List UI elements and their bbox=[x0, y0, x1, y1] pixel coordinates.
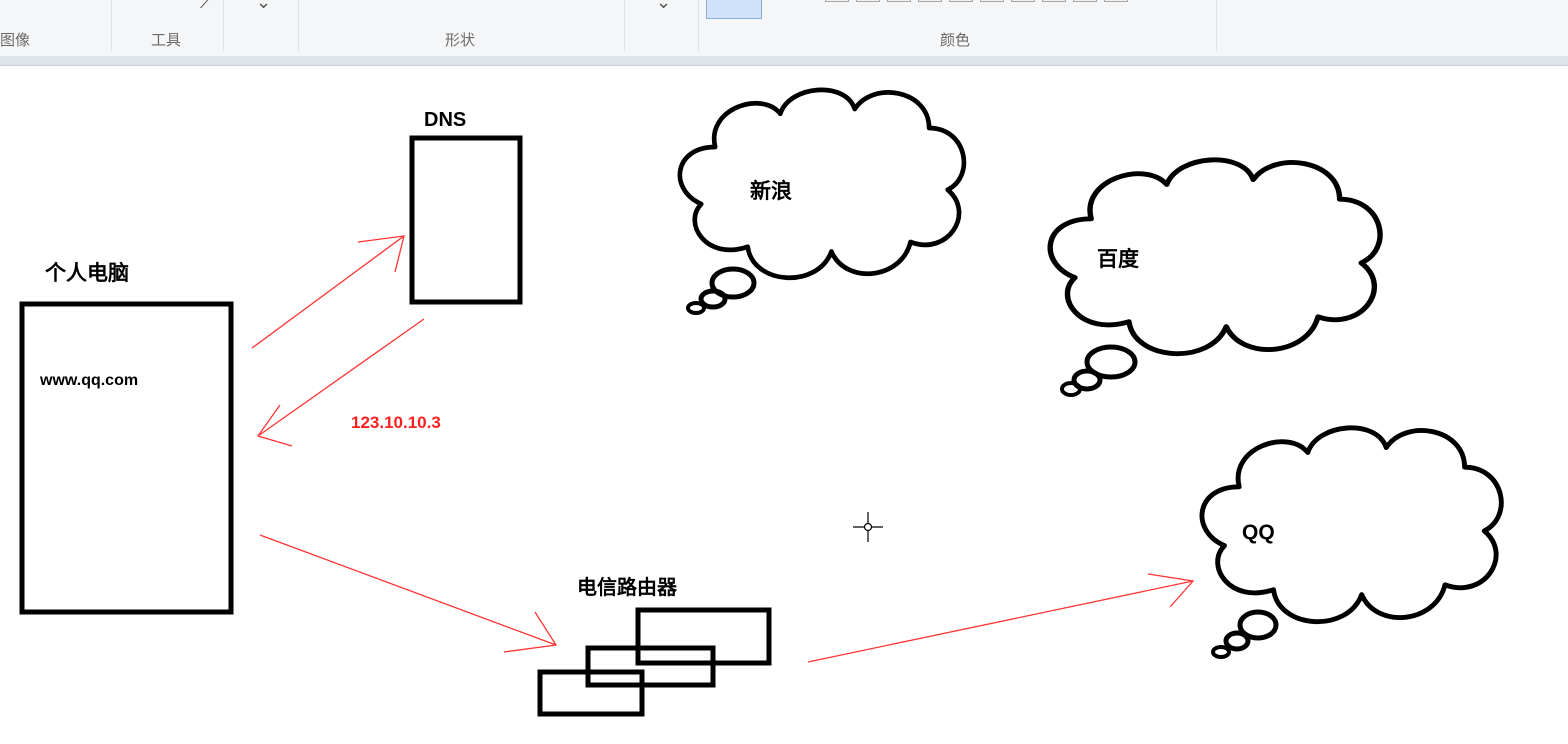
color-swatch[interactable] bbox=[1042, 0, 1066, 2]
thought-bubble bbox=[1211, 645, 1231, 659]
color-swatch[interactable] bbox=[1073, 0, 1097, 2]
group-separator bbox=[111, 0, 112, 52]
arrow-pc-to-dns bbox=[251, 235, 405, 349]
arrow-pc-to-router bbox=[259, 534, 557, 646]
cloud-label-qq: QQ bbox=[1242, 521, 1275, 544]
shape-outline-icon[interactable]: ⌄ bbox=[656, 0, 671, 12]
cloud-label-sina: 新浪 bbox=[750, 179, 792, 203]
router-label: 电信路由器 bbox=[577, 575, 678, 599]
pc-label: 个人电脑 bbox=[45, 261, 129, 285]
dns-box bbox=[409, 135, 523, 305]
current-color-button[interactable] bbox=[706, 0, 762, 19]
color-swatch[interactable] bbox=[949, 0, 973, 2]
canvas-drawing: 个人电脑 www.qq.com DNS 123.10.10.3 电信路由器 新浪 bbox=[19, 66, 1568, 717]
brush-icon[interactable]: ⌄ bbox=[256, 0, 271, 12]
group-label-image: 图像 bbox=[0, 31, 30, 49]
group-separator bbox=[1216, 0, 1217, 52]
cloud-sina bbox=[680, 90, 964, 278]
color-swatch[interactable] bbox=[856, 0, 880, 2]
group-separator bbox=[698, 0, 699, 52]
dns-label: DNS bbox=[424, 109, 466, 131]
ip-address-label: 123.10.10.3 bbox=[351, 413, 441, 432]
url-label: www.qq.com bbox=[39, 372, 138, 389]
router-shape bbox=[537, 607, 772, 717]
tool-icon[interactable]: ⟋ bbox=[200, 0, 213, 12]
group-label-shapes: 形状 bbox=[444, 31, 475, 49]
arrowhead bbox=[1147, 573, 1195, 608]
color-swatch[interactable] bbox=[1011, 0, 1035, 2]
thought-bubble bbox=[1223, 630, 1251, 652]
group-separator bbox=[298, 0, 299, 52]
group-separator bbox=[624, 0, 625, 52]
color-swatch[interactable] bbox=[887, 0, 911, 2]
arrow-router-to-qq bbox=[807, 580, 1194, 663]
thought-bubble bbox=[686, 301, 706, 315]
crosshair-cursor-icon bbox=[853, 512, 883, 542]
color-swatch[interactable] bbox=[980, 0, 1004, 2]
group-label-tools: 工具 bbox=[150, 31, 181, 49]
arrowhead bbox=[503, 611, 558, 653]
color-swatch[interactable] bbox=[1104, 0, 1128, 2]
group-separator bbox=[223, 0, 224, 52]
arrowhead bbox=[256, 404, 293, 447]
color-swatch[interactable] bbox=[918, 0, 942, 2]
color-swatch[interactable] bbox=[825, 0, 849, 2]
pc-box bbox=[19, 301, 234, 615]
ribbon-bottom-border bbox=[0, 56, 1568, 66]
cloud-label-baidu: 百度 bbox=[1097, 247, 1139, 271]
ribbon-toolbar: 图像 ⟋ 工具 ⌄ 形状 ⌄ 颜色 bbox=[0, 0, 1568, 57]
group-label-colors: 颜色 bbox=[939, 31, 970, 49]
drawing-canvas[interactable]: 个人电脑 www.qq.com DNS 123.10.10.3 电信路由器 新浪 bbox=[0, 66, 1568, 744]
